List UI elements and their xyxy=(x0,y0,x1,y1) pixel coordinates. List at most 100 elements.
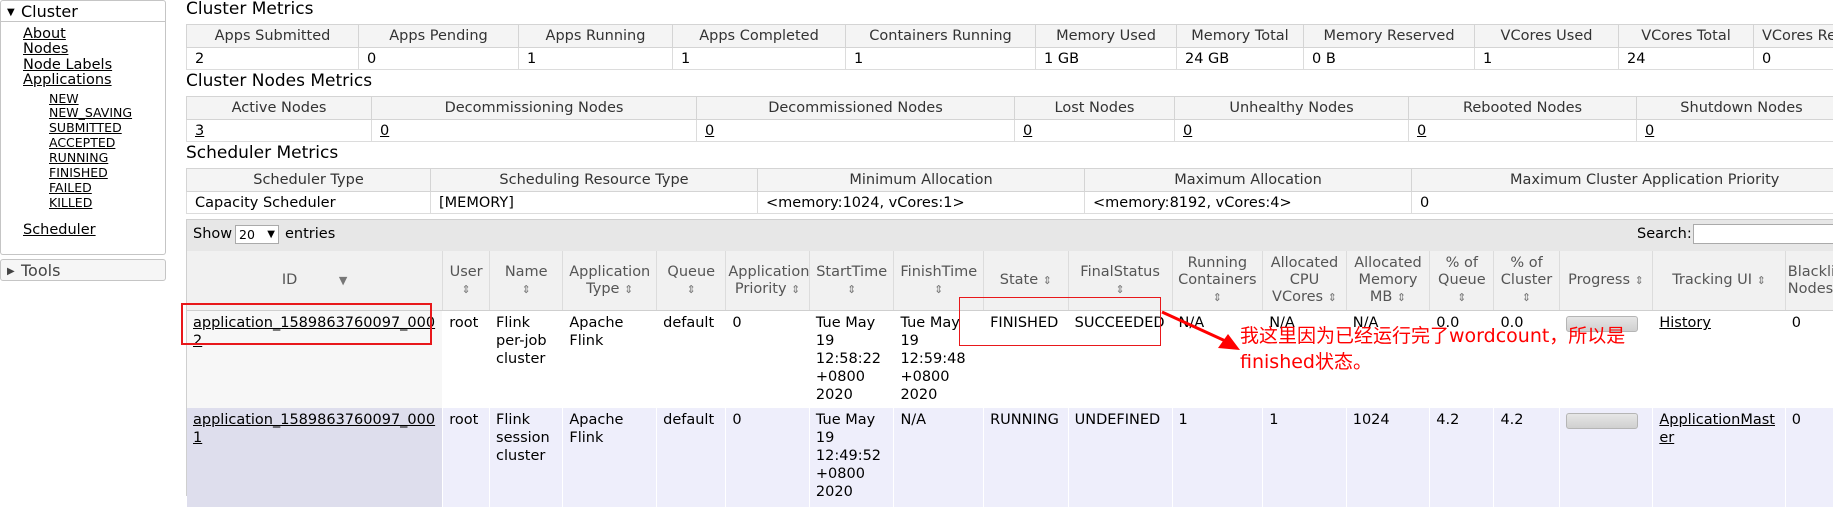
nav-link-state-accepted[interactable]: ACCEPTED xyxy=(49,135,115,150)
col-containers-running: Containers Running xyxy=(846,25,1036,48)
col-minimum-allocation: Minimum Allocation xyxy=(758,169,1085,192)
cell-blacklisted-nodes: 0 xyxy=(1785,408,1833,507)
cell-pct-cluster: 4.2 xyxy=(1494,408,1559,507)
col-allocated-memory-mb[interactable]: Allocated Memory MB ⇕ xyxy=(1346,251,1430,311)
nav-link-scheduler[interactable]: Scheduler xyxy=(23,222,96,238)
sort-icon: ⇕ xyxy=(1635,274,1644,287)
col-tracking-ui[interactable]: Tracking UI ⇕ xyxy=(1653,251,1785,311)
annotation-line-2: finished状态。 xyxy=(1240,349,1625,375)
sort-icon: ⇕ xyxy=(462,283,471,296)
col-progress[interactable]: Progress ⇕ xyxy=(1559,251,1653,311)
progress-bar xyxy=(1566,413,1638,429)
value-containers-running: 1 xyxy=(846,48,1036,70)
nav-link-state-killed[interactable]: KILLED xyxy=(49,195,92,210)
nav-link-applications[interactable]: Applications xyxy=(23,72,112,88)
application-id-link[interactable]: application_1589863760097_0001 xyxy=(193,412,435,446)
col-apps-completed: Apps Completed xyxy=(673,25,846,48)
col-rebooted-nodes: Rebooted Nodes xyxy=(1409,97,1637,120)
tracking-ui-link[interactable]: ApplicationMaster xyxy=(1659,412,1775,446)
col-apps-submitted: Apps Submitted xyxy=(187,25,359,48)
col-maximum-allocation: Maximum Allocation xyxy=(1085,169,1412,192)
col-id[interactable]: ID ▼ xyxy=(187,251,443,311)
col-max-app-priority: Maximum Cluster Application Priority xyxy=(1412,169,1833,192)
link-unhealthy-nodes[interactable]: 0 xyxy=(1183,123,1192,139)
value-apps-submitted: 2 xyxy=(187,48,359,70)
cell-user: root xyxy=(443,311,490,409)
value-vcores-total: 24 xyxy=(1619,48,1754,70)
nav-link-state-running[interactable]: RUNNING xyxy=(49,150,108,165)
col-shutdown-nodes: Shutdown Nodes xyxy=(1637,97,1833,120)
col-vcores-used: VCores Used xyxy=(1475,25,1619,48)
nav-link-nodes[interactable]: Nodes xyxy=(23,41,68,57)
link-shutdown-nodes[interactable]: 0 xyxy=(1645,123,1654,139)
sort-icon: ⇕ xyxy=(1522,291,1531,304)
entries-label: entries xyxy=(285,226,335,242)
annotation-note: 我这里因为已经运行完了wordcount，所以是 finished状态。 xyxy=(1240,323,1625,375)
col-vcores-total: VCores Total xyxy=(1619,25,1754,48)
value-scheduling-resource-type: [MEMORY] xyxy=(431,192,758,214)
nav-link-state-new-saving[interactable]: NEW_SAVING xyxy=(49,105,132,120)
cluster-accordion-header[interactable]: ▼ Cluster xyxy=(0,0,166,22)
col-application-type[interactable]: Application Type ⇕ xyxy=(563,251,657,311)
col-apps-running: Apps Running xyxy=(519,25,673,48)
cell-pct-queue: 4.2 xyxy=(1430,408,1494,507)
col-queue[interactable]: Queue⇕ xyxy=(657,251,726,311)
sort-icon: ⇕ xyxy=(1457,291,1466,304)
sort-icon: ⇕ xyxy=(1397,291,1406,304)
value-memory-total: 24 GB xyxy=(1177,48,1304,70)
value-vcores-reserved: 0 xyxy=(1754,48,1833,70)
link-rebooted-nodes[interactable]: 0 xyxy=(1417,123,1426,139)
col-application-priority[interactable]: Application Priority ⇕ xyxy=(726,251,810,311)
cell-final-status: UNDEFINED xyxy=(1068,408,1172,507)
nav-link-node-labels[interactable]: Node Labels xyxy=(23,57,112,73)
page-length-select[interactable]: 20 ▼ xyxy=(235,225,279,244)
col-user[interactable]: User⇕ xyxy=(443,251,490,311)
cluster-menu: About Nodes Node Labels Applications NEW… xyxy=(0,22,166,255)
col-decommissioned-nodes: Decommissioned Nodes xyxy=(697,97,1015,120)
col-blacklisted-nodes[interactable]: Blacklisted Nodes xyxy=(1785,251,1833,311)
dropdown-arrow-icon: ▼ xyxy=(267,226,275,244)
col-active-nodes: Active Nodes xyxy=(187,97,372,120)
cell-finish-time: N/A xyxy=(894,408,984,507)
sort-icon: ⇕ xyxy=(687,283,696,296)
cell-start-time: Tue May 19 12:58:22 +0800 2020 xyxy=(809,311,894,409)
applications-toolbar: Show 20 ▼ entries Search: xyxy=(187,220,1833,251)
value-minimum-allocation: <memory:1024, vCores:1> xyxy=(758,192,1085,214)
sort-desc-icon: ▼ xyxy=(339,274,347,287)
sort-icon: ⇕ xyxy=(1043,274,1052,287)
nav-link-state-finished[interactable]: FINISHED xyxy=(49,165,108,180)
cluster-metrics-table: Apps Submitted Apps Pending Apps Running… xyxy=(186,24,1833,70)
nav-link-state-failed[interactable]: FAILED xyxy=(49,180,92,195)
cell-type: Apache Flink xyxy=(563,311,657,409)
link-lost-nodes[interactable]: 0 xyxy=(1023,123,1032,139)
nav-link-state-new[interactable]: NEW xyxy=(49,91,79,106)
link-active-nodes[interactable]: 3 xyxy=(195,123,204,139)
value-scheduler-type: Capacity Scheduler xyxy=(187,192,431,214)
col-pct-queue[interactable]: % of Queue ⇕ xyxy=(1430,251,1494,311)
cell-name: Flink session cluster xyxy=(490,408,563,507)
search-input[interactable] xyxy=(1693,224,1833,244)
col-memory-used: Memory Used xyxy=(1036,25,1177,48)
cell-blacklisted-nodes: 0 xyxy=(1785,311,1833,409)
col-name[interactable]: Name⇕ xyxy=(490,251,563,311)
search-label: Search: xyxy=(1637,226,1692,242)
sort-icon: ⇕ xyxy=(1757,274,1766,287)
col-start-time[interactable]: StartTime⇕ xyxy=(809,251,894,311)
value-vcores-used: 1 xyxy=(1475,48,1619,70)
tracking-ui-link[interactable]: History xyxy=(1659,315,1711,331)
tools-accordion-header[interactable]: ▶ Tools xyxy=(0,259,166,281)
col-pct-cluster[interactable]: % of Cluster ⇕ xyxy=(1494,251,1559,311)
col-allocated-cpu-vcores[interactable]: Allocated CPU VCores ⇕ xyxy=(1263,251,1347,311)
link-decommissioned-nodes[interactable]: 0 xyxy=(705,123,714,139)
cell-user: root xyxy=(443,408,490,507)
nav-link-about[interactable]: About xyxy=(23,26,66,42)
annotation-line-1: 我这里因为已经运行完了wordcount，所以是 xyxy=(1240,323,1625,349)
sort-icon: ⇕ xyxy=(791,283,800,296)
link-decommissioning-nodes[interactable]: 0 xyxy=(380,123,389,139)
expanded-triangle-icon: ▼ xyxy=(7,2,15,23)
applications-table: ID ▼ User⇕ Name⇕ Application Type ⇕ Queu… xyxy=(187,251,1833,507)
nav-link-state-submitted[interactable]: SUBMITTED xyxy=(49,120,122,135)
nodes-metrics-title: Cluster Nodes Metrics xyxy=(186,71,372,91)
left-navigation: ▼ Cluster About Nodes Node Labels Applic… xyxy=(0,0,166,281)
cell-priority: 0 xyxy=(726,408,810,507)
